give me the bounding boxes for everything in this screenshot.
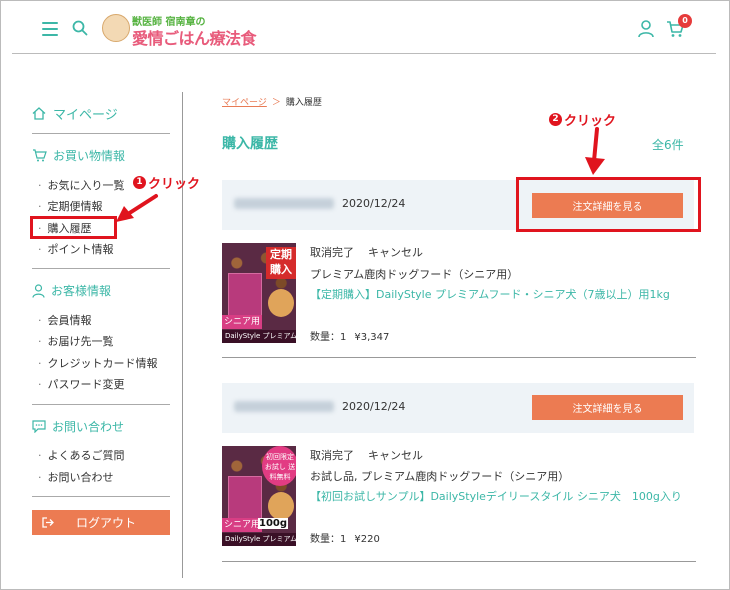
chat-icon: [32, 420, 46, 433]
sidebar-item-label: 定期便情報: [47, 200, 103, 213]
annotation-step1-text: クリック: [148, 177, 201, 192]
annotation-step1-number: 1: [133, 176, 146, 189]
sidebar-item-subscription[interactable]: · 定期便情報: [38, 198, 103, 214]
sidebar-item-points[interactable]: · ポイント情報: [38, 241, 114, 257]
price: ¥3,347: [354, 332, 390, 343]
breadcrumb-current: 購入履歴: [285, 98, 322, 108]
sidebar-item-addresses[interactable]: · お届け先一覧: [38, 333, 114, 349]
sidebar-item-credit-card[interactable]: · クレジットカード情報: [38, 355, 158, 371]
sidebar-item-label: パスワード変更: [47, 378, 125, 391]
sidebar-item-label: お届け先一覧: [47, 335, 114, 348]
annotation-step2-number: 2: [549, 113, 562, 126]
quantity: 数量：1: [310, 332, 347, 343]
order-status: 取消完了 キャンセル: [310, 244, 423, 260]
product-name-link[interactable]: 【定期購入】DailyStyle プレミアムフード・シニア犬（7歳以上）用1kg: [310, 286, 696, 304]
annotation-highlight-purchase-history: [30, 216, 117, 239]
product-image-badge: 初回限定 お試し 送料無料: [262, 446, 296, 486]
sidebar-item-label: お問い合わせ: [47, 471, 114, 484]
section-shopping-header: お買い物情報: [32, 147, 125, 164]
sidebar-item-mypage[interactable]: マイページ: [32, 104, 118, 123]
section-customer-header: お客様情報: [32, 282, 111, 299]
section-contact-title: お問い合わせ: [52, 420, 125, 434]
sidebar-item-member-info[interactable]: · 会員情報: [38, 312, 92, 328]
cart-small-icon: [33, 149, 47, 162]
product-image-tag: シニア用: [222, 315, 262, 329]
order-date: 2020/12/24: [342, 197, 406, 210]
site-logo[interactable]: 獣医師 宿南章の 愛情ごはん療法食: [102, 10, 272, 48]
page-title: 購入履歴: [222, 136, 278, 152]
status-label: 取消完了: [310, 246, 354, 259]
product-category: プレミアム鹿肉ドッグフード（シニア用）: [310, 268, 519, 281]
divider: [32, 404, 170, 405]
sidebar-item-label: よくあるご質問: [47, 449, 125, 462]
sidebar-item-label: 会員情報: [47, 314, 92, 327]
annotation-arrow-1: [116, 194, 158, 222]
status-cancel-label: キャンセル: [368, 246, 423, 259]
sidebar-item-label: お気に入り一覧: [47, 179, 125, 192]
status-label: 取消完了: [310, 449, 354, 462]
order-divider: [222, 357, 696, 358]
logout-button[interactable]: ログアウト: [32, 510, 170, 535]
total-count: 全6件: [652, 138, 684, 152]
product-name-link[interactable]: 【初回お試しサンプル】DailyStyleデイリースタイル シニア犬 100g入…: [310, 488, 696, 506]
product-image[interactable]: 定期購入 シニア用 DailyStyle プレミアムフー: [222, 243, 296, 343]
product-image-strip: DailyStyle プレミアムフー: [222, 533, 296, 546]
sidebar-item-password[interactable]: · パスワード変更: [38, 376, 125, 392]
section-shopping-title: お買い物情報: [53, 149, 126, 163]
divider: [32, 496, 170, 497]
user-icon[interactable]: [638, 20, 654, 38]
divider: [32, 268, 170, 269]
product-category: お試し品, プレミアム鹿肉ドッグフード（シニア用）: [310, 470, 570, 483]
order-quantity-price: 数量：1 ¥3,347: [310, 328, 389, 343]
quantity: 数量：1: [310, 534, 347, 545]
order-status: 取消完了 キャンセル: [310, 447, 423, 463]
sidebar-item-label: ポイント情報: [47, 243, 114, 256]
order-detail-button[interactable]: 注文詳細を見る: [532, 395, 683, 420]
search-icon[interactable]: [72, 20, 88, 36]
product-image-ribbon: 定期購入: [266, 247, 296, 279]
logout-icon: [42, 517, 54, 528]
order-number-blurred: [234, 401, 334, 412]
sidebar-item-label: クレジットカード情報: [47, 357, 158, 370]
section-customer-title: お客様情報: [51, 284, 112, 298]
sidebar-item-faq[interactable]: · よくあるご質問: [38, 447, 125, 463]
annotation-arrow-2: [585, 127, 605, 175]
breadcrumb-separator: ＞: [271, 98, 281, 108]
divider: [32, 133, 170, 134]
logo-title: 愛情ごはん療法食: [132, 29, 257, 48]
order-date: 2020/12/24: [342, 400, 406, 413]
cart-count-badge: 0: [678, 14, 692, 28]
home-icon: [32, 107, 46, 120]
status-cancel-label: キャンセル: [368, 449, 423, 462]
sidebar-divider: [182, 92, 183, 578]
breadcrumb-mypage[interactable]: マイページ: [222, 98, 267, 108]
breadcrumb: マイページ ＞ 購入履歴: [222, 95, 322, 108]
sidebar-item-favorites[interactable]: · お気に入り一覧: [38, 177, 125, 193]
annotation-step1-label: 1 クリック: [133, 173, 200, 192]
order-quantity-price: 数量：1 ¥220: [310, 530, 380, 545]
order-number-blurred: [234, 198, 334, 209]
price: ¥220: [354, 534, 380, 545]
logout-label: ログアウト: [76, 516, 137, 530]
annotation-highlight-detail-button: [516, 177, 701, 232]
sidebar-item-label: マイページ: [53, 108, 118, 123]
sidebar-item-contact[interactable]: · お問い合わせ: [38, 469, 114, 485]
product-image-weight: 100g: [258, 518, 289, 529]
order-divider: [222, 561, 696, 562]
menu-icon[interactable]: [42, 22, 58, 36]
product-image-strip: DailyStyle プレミアムフー: [222, 330, 296, 343]
person-icon: [32, 283, 45, 298]
product-image[interactable]: 初回限定 お試し 送料無料 シニア用 100g DailyStyle プレミアム…: [222, 446, 296, 546]
site-header: 獣医師 宿南章の 愛情ごはん療法食 0: [12, 0, 716, 54]
product-image-tag: シニア用: [222, 518, 262, 532]
section-contact-header: お問い合わせ: [32, 418, 124, 435]
logo-dog-illustration: [102, 14, 130, 42]
